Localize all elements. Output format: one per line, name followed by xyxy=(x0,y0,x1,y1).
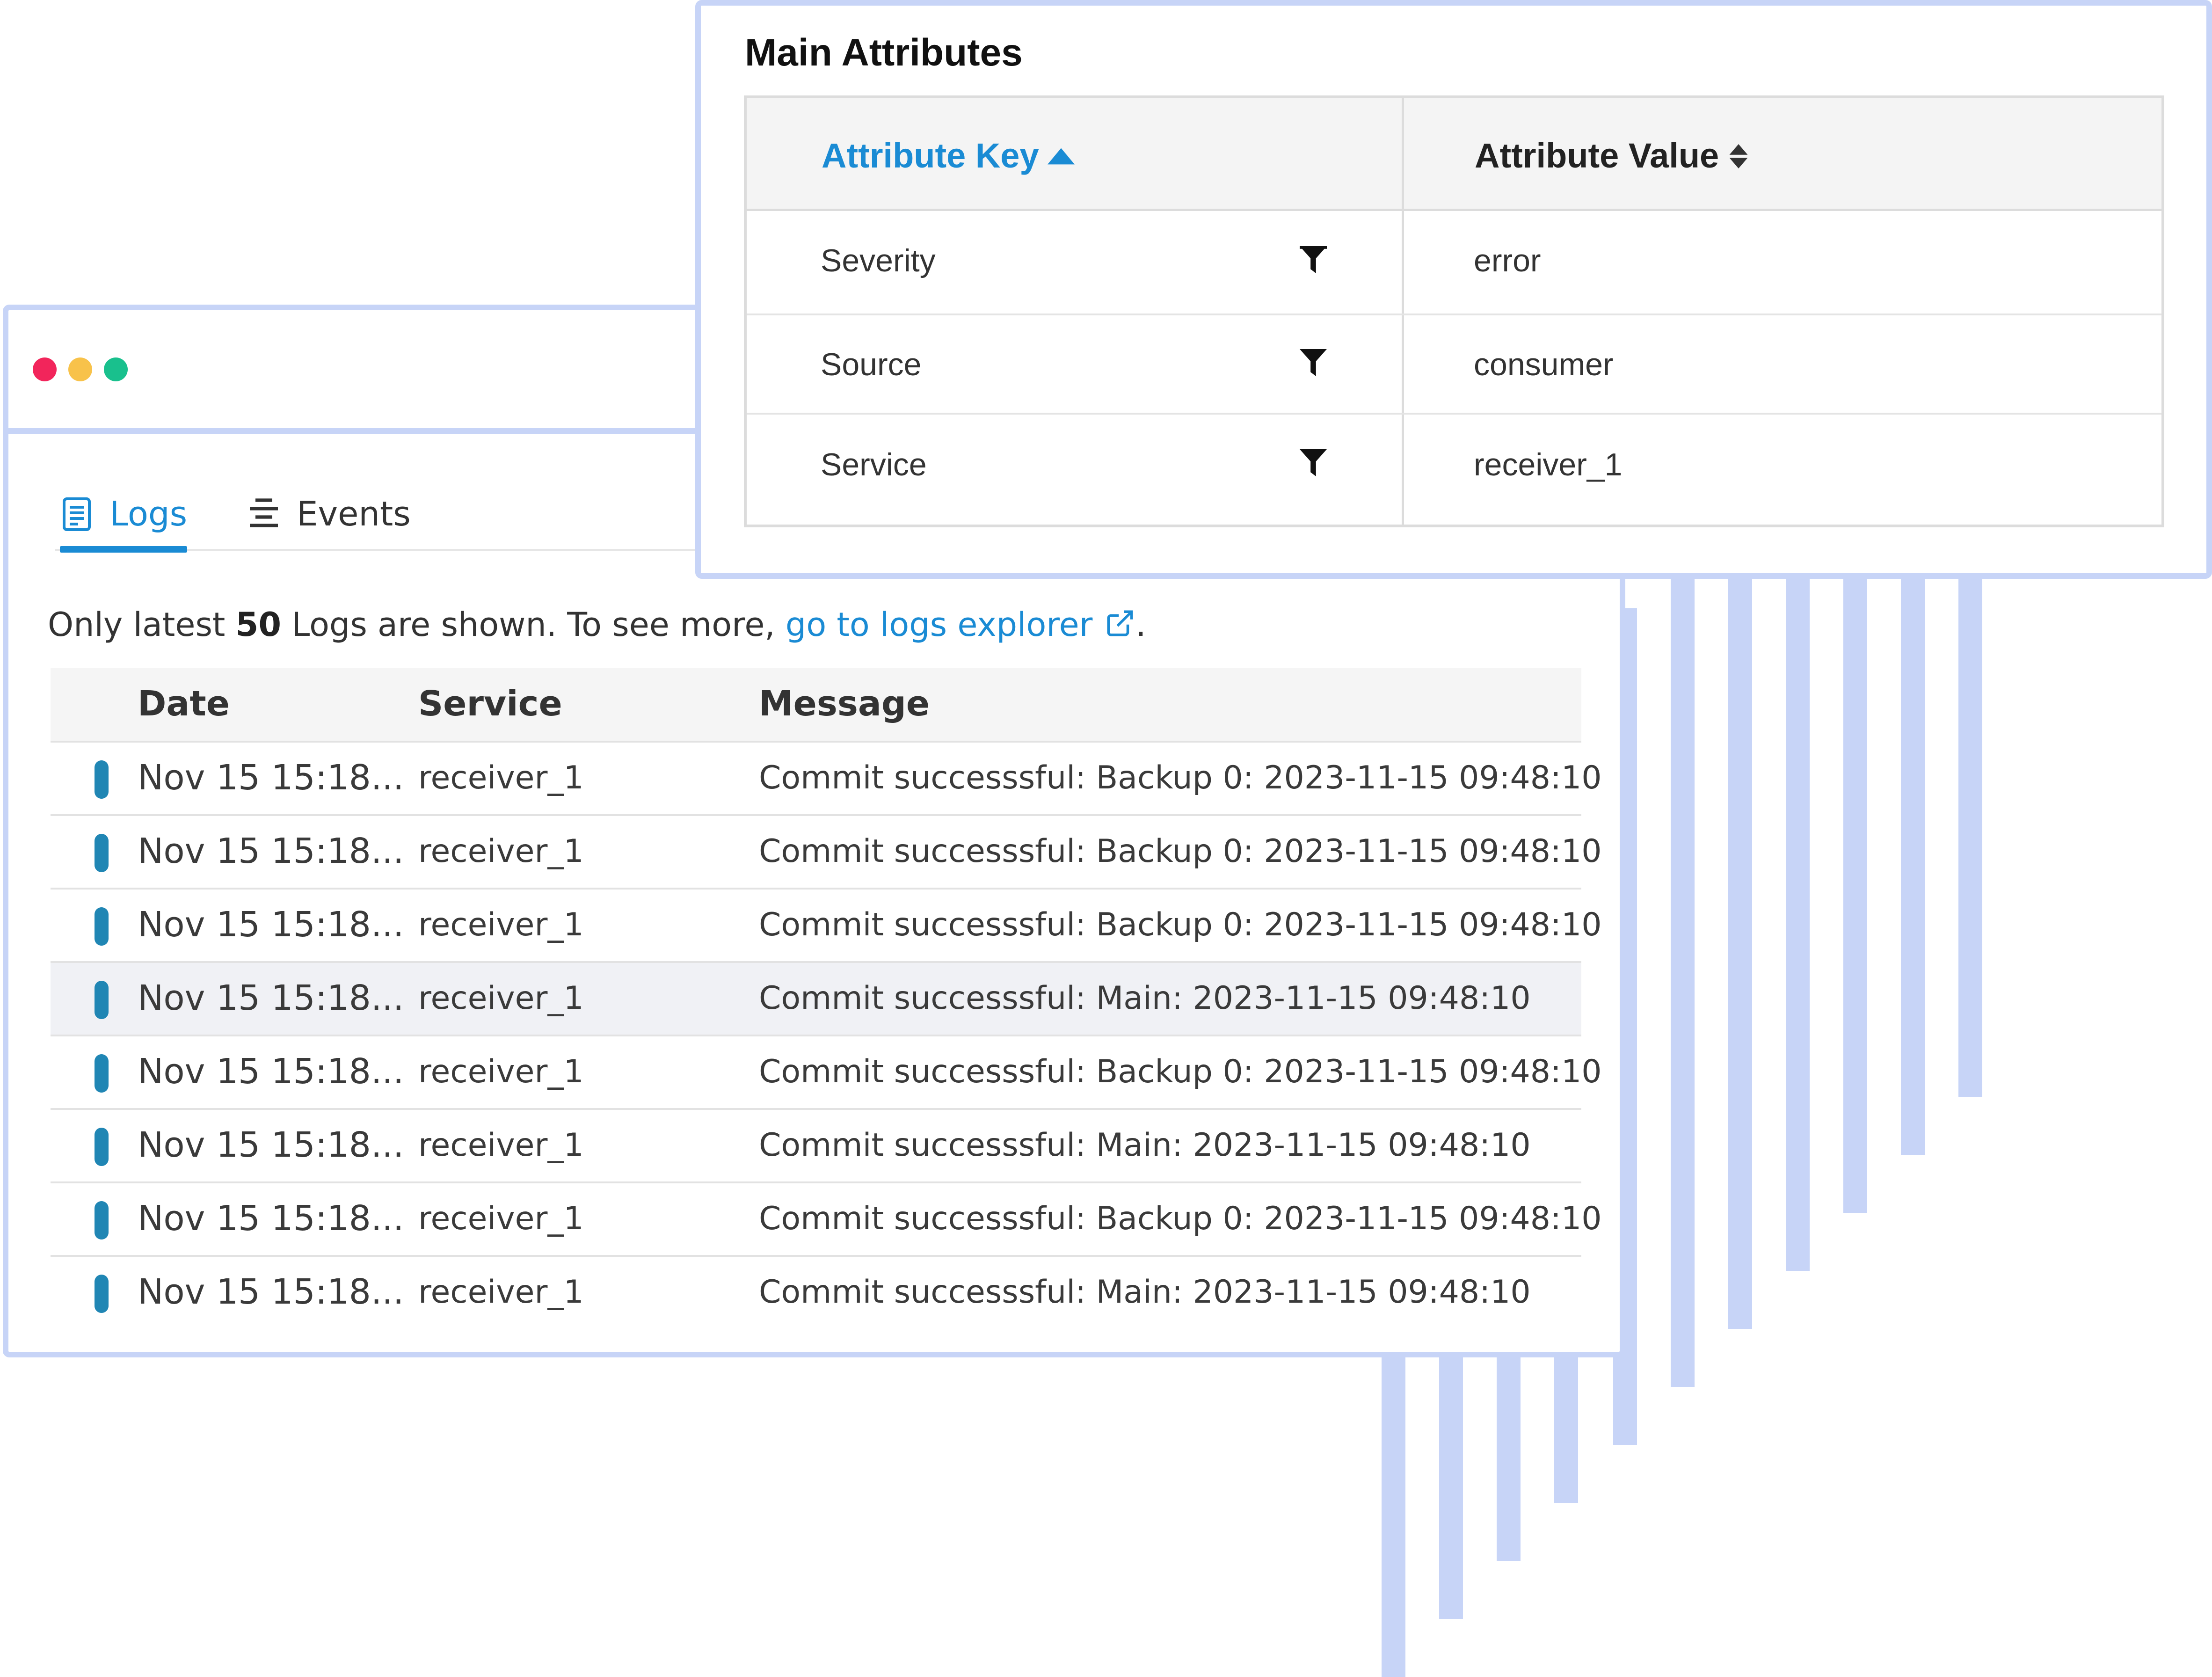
tab-events[interactable]: Events xyxy=(247,493,411,549)
severity-marker xyxy=(95,1275,109,1313)
tab-logs-label: Logs xyxy=(109,494,188,533)
external-link-icon[interactable] xyxy=(1105,608,1135,639)
table-row[interactable]: Nov 15 15:18... receiver_1 Commit succes… xyxy=(51,1036,1601,1110)
attributes-table-header: Attribute Key Attribute Value xyxy=(747,98,2161,211)
row-service: receiver_1 xyxy=(418,759,584,796)
sort-icon xyxy=(1729,144,1748,168)
attribute-row: Severity error xyxy=(747,209,2161,315)
row-message: Commit successsful: Backup 0: 2023-11-15… xyxy=(759,906,1602,943)
attribute-key: Source xyxy=(821,347,922,382)
row-date: Nov 15 15:18... xyxy=(138,1272,404,1312)
decorative-bar xyxy=(1439,1348,1463,1619)
notice-middle: Logs are shown. To see more, xyxy=(281,605,786,644)
row-service: receiver_1 xyxy=(418,1127,584,1164)
filter-icon[interactable] xyxy=(1299,349,1328,376)
document-icon xyxy=(63,497,91,531)
row-date: Nov 15 15:18... xyxy=(138,758,404,798)
logs-table-header: Date Service Message xyxy=(51,668,1581,743)
tab-events-label: Events xyxy=(297,494,411,533)
attribute-key: Service xyxy=(821,447,927,482)
attributes-title: Main Attributes xyxy=(745,31,1023,74)
decorative-bar xyxy=(1671,561,1695,1387)
maximize-window-button[interactable] xyxy=(104,357,128,381)
row-service: receiver_1 xyxy=(418,833,584,870)
row-date: Nov 15 15:18... xyxy=(138,1125,404,1165)
sort-ascending-icon xyxy=(1047,148,1075,165)
table-row[interactable]: Nov 15 15:18... receiver_1 Commit succes… xyxy=(51,963,1581,1036)
close-window-button[interactable] xyxy=(33,357,57,381)
table-row[interactable]: Nov 15 15:18... receiver_1 Commit succes… xyxy=(51,1110,1581,1183)
attribute-value: consumer xyxy=(1474,347,1614,382)
table-row[interactable]: Nov 15 15:18... receiver_1 Commit succes… xyxy=(51,1183,1601,1257)
column-header-service[interactable]: Service xyxy=(418,684,562,724)
severity-marker xyxy=(95,1201,109,1240)
severity-marker xyxy=(95,834,109,872)
logs-table: Date Service Message Nov 15 15:18... rec… xyxy=(51,668,1601,1328)
attribute-row: Service receiver_1 xyxy=(747,413,2161,523)
main-attributes-window: Main Attributes Attribute Key Attribute … xyxy=(695,0,2212,579)
row-message: Commit successsful: Main: 2023-11-15 09:… xyxy=(759,1274,1531,1311)
attribute-value-header-label: Attribute Value xyxy=(1475,136,1719,175)
column-header-date[interactable]: Date xyxy=(138,684,230,724)
minimize-window-button[interactable] xyxy=(68,357,92,381)
severity-marker xyxy=(95,981,109,1019)
decorative-bar xyxy=(1786,561,1810,1271)
row-message: Commit successsful: Backup 0: 2023-11-15… xyxy=(759,759,1602,796)
tab-logs[interactable]: Logs xyxy=(60,493,188,553)
filter-icon[interactable] xyxy=(1299,449,1328,476)
row-date: Nov 15 15:18... xyxy=(138,1051,404,1092)
attribute-value: error xyxy=(1474,243,1541,278)
decorative-bar xyxy=(1728,561,1752,1329)
logs-limit-notice: Only latest 50 Logs are shown. To see mo… xyxy=(48,604,1146,646)
row-date: Nov 15 15:18... xyxy=(138,904,404,945)
decorative-bar xyxy=(1382,1348,1405,1677)
attribute-key-header-label: Attribute Key xyxy=(822,136,1039,175)
decorative-bar xyxy=(1958,561,1982,1097)
decorative-bar xyxy=(1901,561,1925,1155)
row-date: Nov 15 15:18... xyxy=(138,978,404,1018)
notice-count: 50 xyxy=(235,605,282,644)
notice-suffix: . xyxy=(1135,605,1146,644)
column-header-attribute-key[interactable]: Attribute Key xyxy=(822,136,1075,175)
row-message: Commit successsful: Backup 0: 2023-11-15… xyxy=(759,1200,1602,1237)
row-service: receiver_1 xyxy=(418,1200,584,1237)
notice-prefix: Only latest xyxy=(48,605,236,644)
row-date: Nov 15 15:18... xyxy=(138,831,404,871)
table-row[interactable]: Nov 15 15:18... receiver_1 Commit succes… xyxy=(51,1257,1581,1328)
decorative-bar xyxy=(1497,1348,1521,1561)
severity-marker xyxy=(95,907,109,946)
filter-icon[interactable] xyxy=(1299,246,1328,273)
table-row[interactable]: Nov 15 15:18... receiver_1 Commit succes… xyxy=(51,743,1601,816)
row-service: receiver_1 xyxy=(418,906,584,943)
attribute-key: Severity xyxy=(821,243,936,278)
severity-marker xyxy=(95,1054,109,1093)
severity-marker xyxy=(95,1128,109,1166)
attribute-row: Source consumer xyxy=(747,314,2161,415)
row-service: receiver_1 xyxy=(418,1274,584,1311)
row-message: Commit successsful: Backup 0: 2023-11-15… xyxy=(759,833,1602,870)
row-date: Nov 15 15:18... xyxy=(138,1198,404,1239)
column-header-message[interactable]: Message xyxy=(759,684,930,724)
row-message: Commit successsful: Backup 0: 2023-11-15… xyxy=(759,1053,1602,1090)
column-header-attribute-value[interactable]: Attribute Value xyxy=(1475,136,1748,175)
table-row[interactable]: Nov 15 15:18... receiver_1 Commit succes… xyxy=(51,816,1601,890)
decorative-bar xyxy=(1843,561,1867,1213)
attribute-value: receiver_1 xyxy=(1474,447,1623,482)
list-icon xyxy=(250,498,278,527)
row-message: Commit successsful: Main: 2023-11-15 09:… xyxy=(759,1127,1531,1164)
logs-explorer-link[interactable]: go to logs explorer xyxy=(786,605,1093,644)
severity-marker xyxy=(95,760,109,799)
row-service: receiver_1 xyxy=(418,1053,584,1090)
row-message: Commit successsful: Main: 2023-11-15 09:… xyxy=(759,980,1531,1017)
attributes-table: Attribute Key Attribute Value Severity e… xyxy=(744,95,2164,527)
table-row[interactable]: Nov 15 15:18... receiver_1 Commit succes… xyxy=(51,890,1601,963)
decorative-bar xyxy=(1554,1348,1578,1503)
row-service: receiver_1 xyxy=(418,980,584,1017)
